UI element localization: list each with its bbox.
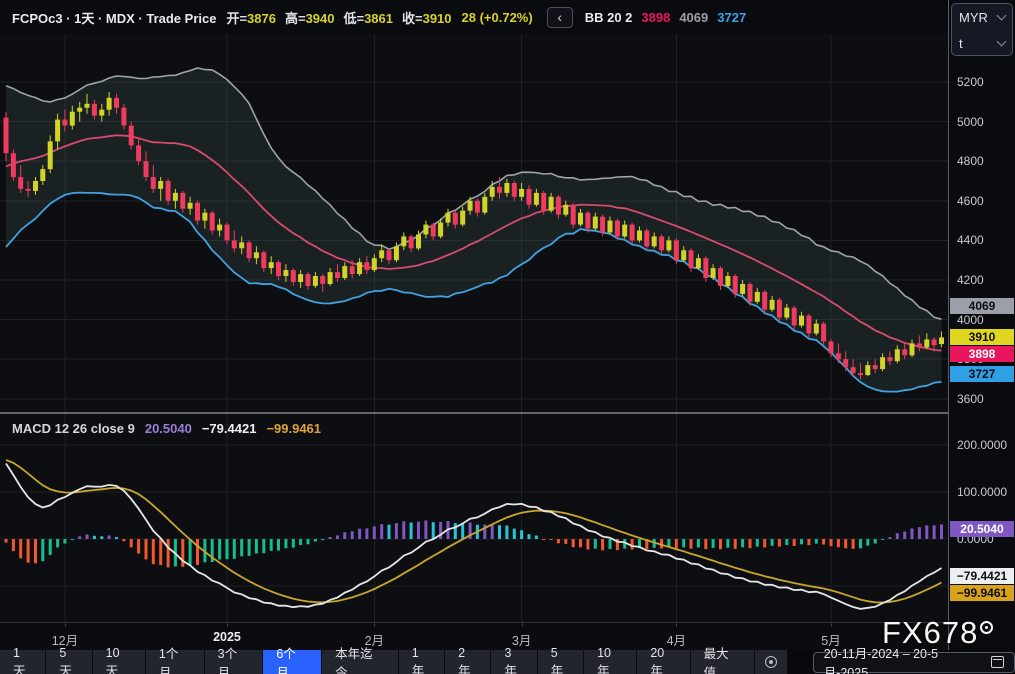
unit-label: t — [959, 36, 963, 51]
currency-select[interactable]: MYR — [952, 4, 1012, 30]
date-range-button[interactable]: 20-11月-2024 – 20-5月-2025 — [813, 652, 1015, 673]
macd-axis-label: 100.0000 — [957, 485, 1007, 499]
macd-value: 20.5040 — [145, 421, 192, 436]
axis-price-badge: −79.4421 — [950, 568, 1014, 584]
range-button-本年迄今[interactable]: 本年迄今 — [322, 650, 399, 674]
currency-label: MYR — [959, 10, 988, 25]
ohlc-pair: 收=3910 — [402, 8, 452, 27]
ohlc-pair: 低=3861 — [343, 8, 393, 27]
range-button-5年[interactable]: 5年 — [538, 650, 584, 674]
trading-chart-app: FCPOc3 · 1天 · MDX · Trade Price 开=3876 高=… — [0, 0, 1015, 674]
symbol-title: FCPOc3 · 1天 · MDX · Trade Price — [12, 8, 216, 27]
bb-value: 3898 — [641, 10, 670, 25]
range-button-1个月[interactable]: 1个月 — [146, 650, 205, 674]
bb-indicator-legend: BB 20 2 3898 4069 3727 — [585, 10, 746, 25]
time-axis-tick — [831, 623, 832, 627]
range-button-5天[interactable]: 5天 — [46, 650, 92, 674]
symbol-legend-bar: FCPOc3 · 1天 · MDX · Trade Price 开=3876 高=… — [0, 0, 948, 34]
chevron-down-icon — [997, 11, 1007, 21]
price-axis-label: 5000 — [957, 115, 984, 129]
unit-select[interactable]: t — [952, 30, 1012, 56]
watermark: FX678 — [882, 615, 993, 651]
price-axis-label: 4200 — [957, 273, 984, 287]
time-axis-tick — [227, 623, 228, 627]
macd-axis-label: 200.0000 — [957, 438, 1007, 452]
macd-indicator-name: MACD 12 26 close 9 — [12, 421, 135, 436]
axis-price-badge: 3727 — [950, 366, 1014, 382]
macd-indicator-legend: MACD 12 26 close 9 20.5040 −79.4421 −99.94… — [12, 421, 321, 436]
legend-collapse-button[interactable]: ‹ — [547, 7, 573, 28]
axis-price-badge: 3910 — [950, 329, 1014, 345]
time-axis-tick — [65, 623, 66, 627]
toolbar-settings-button[interactable] — [755, 650, 787, 674]
bb-value: 3727 — [717, 10, 746, 25]
axis-price-badge: 4069 — [950, 298, 1014, 314]
macd-value: −99.9461 — [266, 421, 321, 436]
price-axis-label: 4400 — [957, 233, 984, 247]
ohlc-pair: 开=3876 — [226, 8, 276, 27]
price-axis-label: 4800 — [957, 154, 984, 168]
time-axis-tick — [676, 623, 677, 627]
range-buttons: 1天5天10天1个月3个月6个月本年迄今1年2年3年5年10年20年最大值 — [0, 650, 755, 674]
chart-svg — [0, 0, 948, 622]
price-axis-label: 3600 — [957, 392, 984, 406]
time-axis-tick — [374, 623, 375, 627]
price-axis-label: 5200 — [957, 75, 984, 89]
change-value: 28 (+0.72%) — [462, 10, 533, 25]
chevron-down-icon — [997, 37, 1007, 47]
watermark-text: FX678 — [882, 615, 978, 651]
range-button-20年[interactable]: 20年 — [637, 650, 690, 674]
range-button-3年[interactable]: 3年 — [491, 650, 537, 674]
range-button-1天[interactable]: 1天 — [0, 650, 46, 674]
time-axis-month-label: 2025 — [213, 630, 241, 644]
range-button-3个月[interactable]: 3个月 — [205, 650, 264, 674]
ohlc-values: 开=3876 高=3940 低=3861 收=3910 — [226, 8, 451, 27]
price-axis-label: 4600 — [957, 194, 984, 208]
macd-value: −79.4421 — [202, 421, 257, 436]
chart-canvas[interactable] — [0, 0, 948, 622]
range-button-1年[interactable]: 1年 — [399, 650, 445, 674]
ohlc-pair: 高=3940 — [285, 8, 335, 27]
settings-icon — [765, 656, 777, 668]
price-axis[interactable]: MYR t 5200500048004600440042004000380036… — [948, 0, 1015, 622]
time-axis-tick — [522, 623, 523, 627]
watermark-logo-icon — [980, 621, 993, 634]
range-toolbar: 1天5天10天1个月3个月6个月本年迄今1年2年3年5年10年20年最大值 20… — [0, 650, 1015, 674]
axis-price-badge: 3898 — [950, 346, 1014, 362]
axis-price-badge: 20.5040 — [950, 521, 1014, 537]
range-button-2年[interactable]: 2年 — [445, 650, 491, 674]
range-button-10天[interactable]: 10天 — [93, 650, 146, 674]
price-axis-label: 4000 — [957, 313, 984, 327]
bb-indicator-name: BB 20 2 — [585, 10, 633, 25]
range-button-最大值[interactable]: 最大值 — [691, 650, 755, 674]
axis-unit-selector: MYR t — [951, 3, 1013, 56]
bb-value: 4069 — [679, 10, 708, 25]
range-button-10年[interactable]: 10年 — [584, 650, 637, 674]
axis-price-badge: −99.9461 — [950, 585, 1014, 601]
calendar-icon — [991, 656, 1004, 668]
range-button-6个月[interactable]: 6个月 — [263, 650, 322, 674]
